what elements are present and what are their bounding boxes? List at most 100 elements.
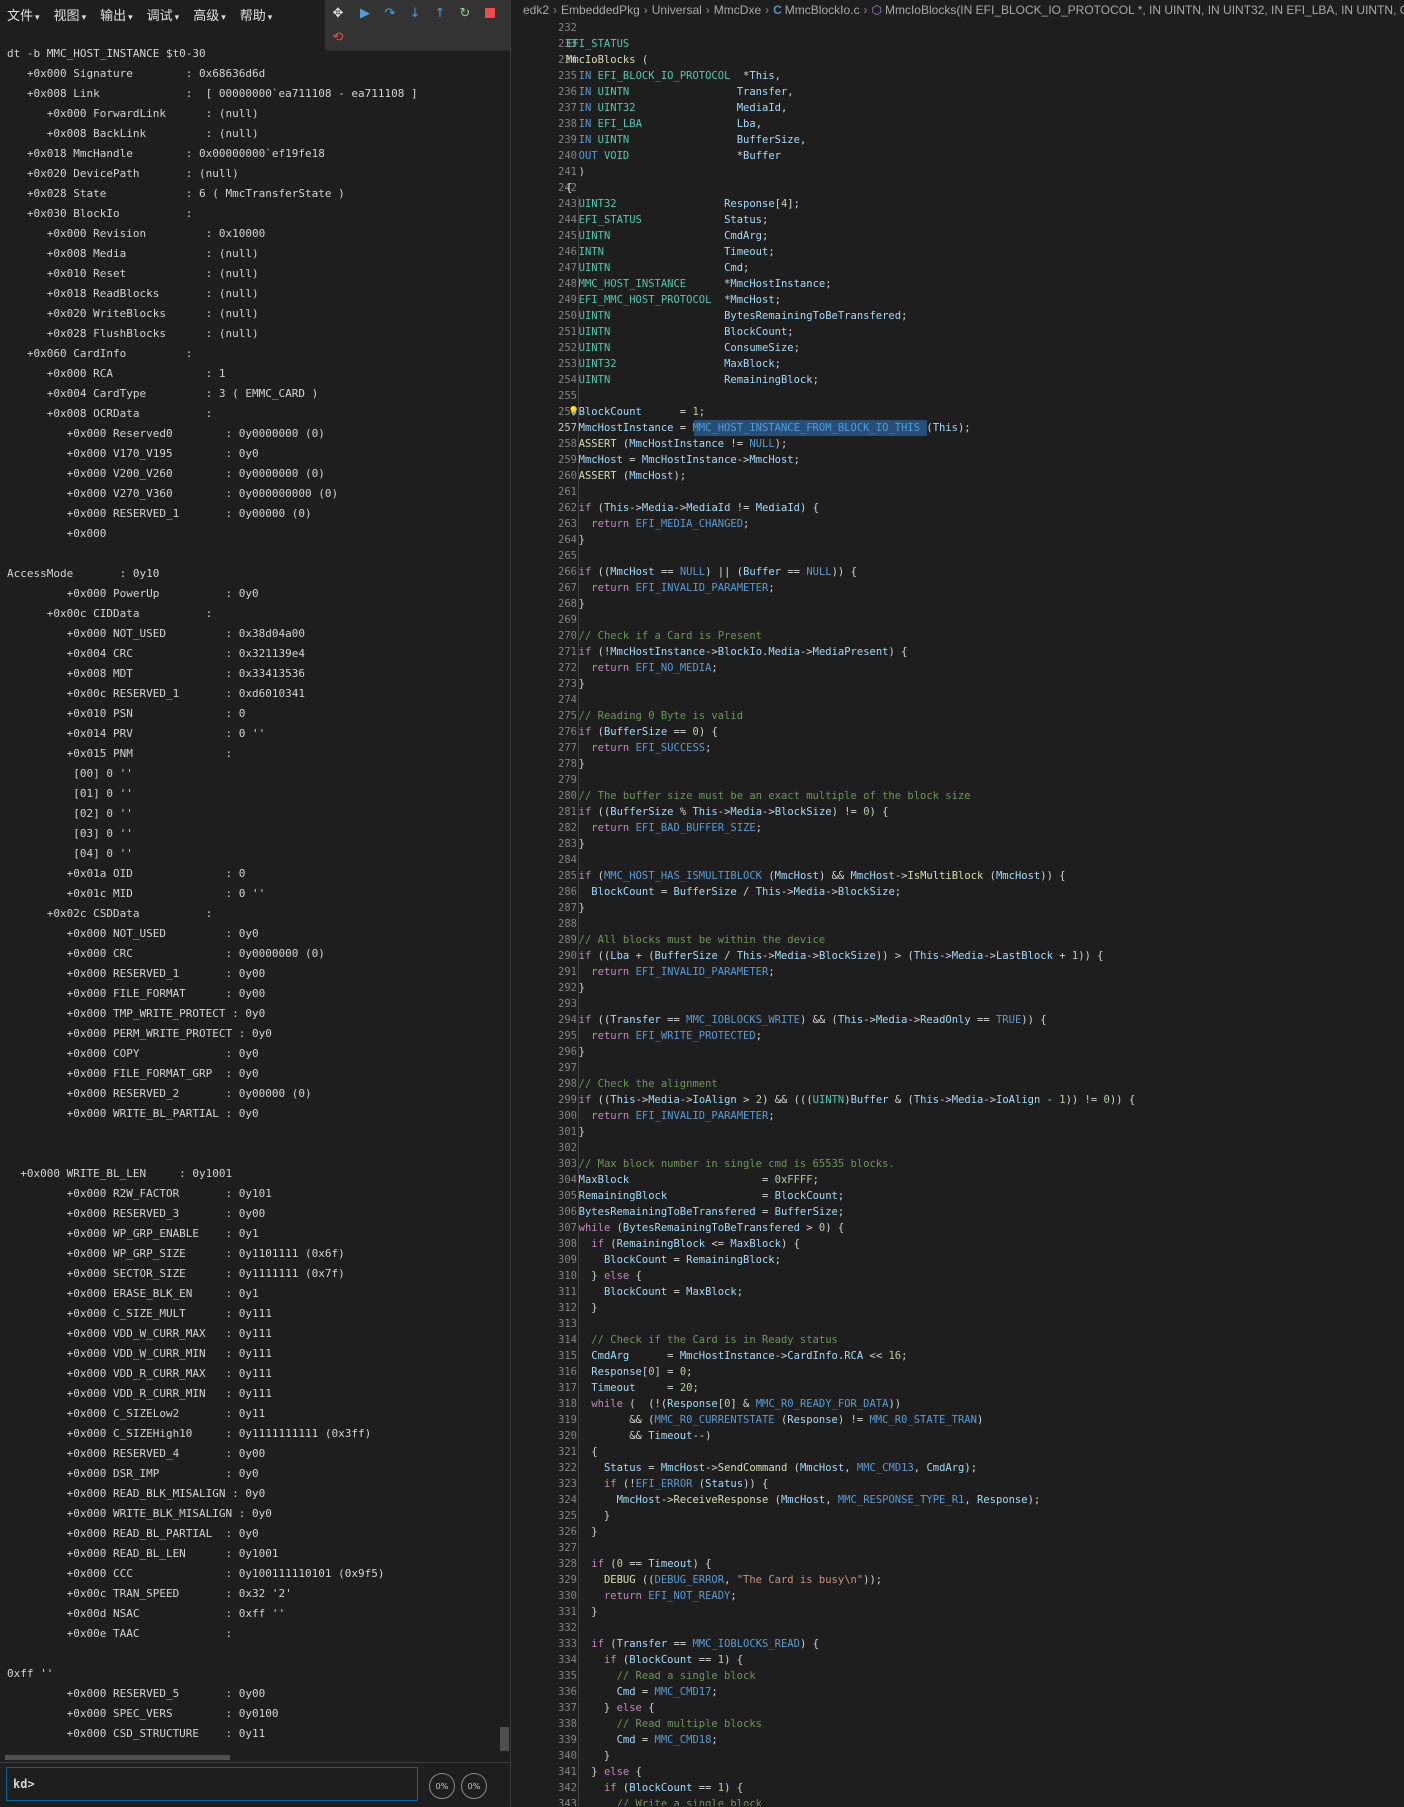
code-line[interactable]: } <box>566 1508 610 1524</box>
code-line[interactable]: if (BufferSize == 0) { <box>566 724 718 740</box>
line-number[interactable]: 288 <box>511 916 577 932</box>
line-number[interactable]: 313 <box>511 1316 577 1332</box>
code-line[interactable]: ASSERT (MmcHostInstance != NULL); <box>566 436 788 452</box>
code-line[interactable]: EFI_STATUS Status; <box>566 212 769 228</box>
code-line[interactable]: return EFI_MEDIA_CHANGED; <box>566 516 749 532</box>
code-line[interactable]: // Max block number in single cmd is 655… <box>566 1156 895 1172</box>
code-line[interactable]: if (RemainingBlock <= MaxBlock) { <box>566 1236 800 1252</box>
line-number[interactable]: 284 <box>511 852 577 868</box>
step-over-icon[interactable]: ↷ <box>380 3 400 23</box>
code-line[interactable]: return EFI_WRITE_PROTECTED; <box>566 1028 762 1044</box>
code-line[interactable]: } <box>566 1604 597 1620</box>
line-number[interactable]: 265 <box>511 548 577 564</box>
code-line[interactable]: } <box>566 1300 597 1316</box>
code-line[interactable]: return EFI_NO_MEDIA; <box>566 660 717 676</box>
menu-help[interactable]: 帮助 ▾ <box>233 5 280 24</box>
code-line[interactable]: && (MMC_R0_CURRENTSTATE (Response) != MM… <box>566 1412 983 1428</box>
code-editor[interactable]: 232 233 EFI_STATUS 234 MmcIoBlocks (235 IN E… <box>511 20 1404 1806</box>
code-line[interactable]: if ((MmcHost == NULL) || (Buffer == NULL… <box>566 564 857 580</box>
code-line[interactable]: // Check if the Card is in Ready status <box>566 1332 838 1348</box>
code-line[interactable]: BlockCount = BufferSize / This->Media->B… <box>566 884 901 900</box>
code-line[interactable]: IN UINT32 MediaId, <box>566 100 788 116</box>
code-line[interactable]: if ((Transfer == MMC_IOBLOCKS_WRITE) && … <box>566 1012 1047 1028</box>
continue-icon[interactable]: ▶ <box>355 3 375 23</box>
code-line[interactable]: UINTN Cmd; <box>566 260 750 276</box>
code-line[interactable]: while (BytesRemainingToBeTransfered > 0)… <box>566 1220 845 1236</box>
code-line[interactable]: ) <box>566 164 585 180</box>
line-number[interactable]: 327 <box>511 1540 577 1556</box>
code-line[interactable]: BlockCount = 1; <box>566 404 705 420</box>
code-line[interactable]: if ((This->Media->IoAlign > 2) && (((UIN… <box>566 1092 1136 1108</box>
code-line[interactable]: Timeout = 20; <box>566 1380 699 1396</box>
code-line[interactable]: if ((BufferSize % This->Media->BlockSize… <box>566 804 889 820</box>
code-line[interactable]: } <box>566 1044 585 1060</box>
line-number[interactable]: 274 <box>511 692 577 708</box>
lightbulb-icon[interactable]: 💡 <box>568 404 579 420</box>
code-line[interactable]: if (!MmcHostInstance->BlockIo.Media->Med… <box>566 644 908 660</box>
drag-handle-icon[interactable]: ✥ <box>328 3 348 23</box>
code-line[interactable]: UINTN CmdArg; <box>566 228 769 244</box>
code-line[interactable]: } <box>566 900 585 916</box>
code-line[interactable]: Cmd = MMC_CMD18; <box>566 1732 718 1748</box>
code-line[interactable]: // Read multiple blocks <box>566 1716 762 1732</box>
menu-advanced[interactable]: 高级 ▾ <box>186 5 233 24</box>
code-line[interactable]: return EFI_INVALID_PARAMETER; <box>566 1108 774 1124</box>
code-line[interactable]: if (0 == Timeout) { <box>566 1556 711 1572</box>
code-line[interactable]: return EFI_NOT_READY; <box>566 1588 737 1604</box>
code-line[interactable]: IN EFI_BLOCK_IO_PROTOCOL *This, <box>566 68 781 84</box>
code-line[interactable]: IN EFI_LBA Lba, <box>566 116 762 132</box>
code-line[interactable]: EFI_STATUS <box>566 36 629 52</box>
code-line[interactable]: UINT32 MaxBlock; <box>566 356 781 372</box>
menu-output[interactable]: 输出 ▾ <box>93 5 140 24</box>
code-line[interactable]: MmcHost->ReceiveResponse (MmcHost, MMC_R… <box>566 1492 1041 1508</box>
code-line[interactable]: UINTN RemainingBlock; <box>566 372 819 388</box>
code-line[interactable]: // The buffer size must be an exact mult… <box>566 788 971 804</box>
code-line[interactable]: CmdArg = MmcHostInstance->CardInfo.RCA <… <box>566 1348 907 1364</box>
code-line[interactable]: return EFI_INVALID_PARAMETER; <box>566 964 774 980</box>
code-line[interactable]: RemainingBlock = BlockCount; <box>566 1188 845 1204</box>
menu-debug[interactable]: 调试 ▾ <box>140 5 187 24</box>
line-number[interactable]: 255 <box>511 388 577 404</box>
stop-icon[interactable] <box>480 3 500 23</box>
code-line[interactable]: } <box>566 1124 585 1140</box>
code-line[interactable]: BytesRemainingToBeTransfered = BufferSiz… <box>566 1204 845 1220</box>
code-line[interactable]: INTN Timeout; <box>566 244 775 260</box>
line-number[interactable]: 269 <box>511 612 577 628</box>
code-line[interactable]: if (BlockCount == 1) { <box>566 1780 743 1796</box>
line-number[interactable]: 261 <box>511 484 577 500</box>
code-line[interactable]: } <box>566 836 585 852</box>
code-line[interactable]: Response[0] = 0; <box>566 1364 692 1380</box>
code-line[interactable]: } <box>566 596 585 612</box>
horizontal-scrollbar[interactable] <box>5 1755 230 1760</box>
restart-icon[interactable]: ↻ <box>455 3 475 23</box>
step-into-icon[interactable]: ↓ <box>405 3 425 23</box>
breadcrumb-item[interactable]: EmbeddedPkg <box>561 3 640 17</box>
code-line[interactable]: IN UINTN Transfer, <box>566 84 794 100</box>
code-line[interactable]: { <box>566 1444 597 1460</box>
menu-file[interactable]: 文件 ▾ <box>0 5 47 24</box>
code-line[interactable]: MMC_HOST_INSTANCE *MmcHostInstance; <box>566 276 832 292</box>
code-line[interactable]: MmcIoBlocks ( <box>566 52 648 68</box>
code-line[interactable]: MmcHostInstance = MMC_HOST_INSTANCE_FROM… <box>566 420 971 436</box>
code-line[interactable]: MmcHost = MmcHostInstance->MmcHost; <box>566 452 800 468</box>
command-input[interactable] <box>38 1769 417 1799</box>
line-number[interactable]: 302 <box>511 1140 577 1156</box>
code-line[interactable]: DEBUG ((DEBUG_ERROR, "The Card is busy\n… <box>566 1572 882 1588</box>
code-line[interactable]: // Check the alignment <box>566 1076 718 1092</box>
line-number[interactable]: 332 <box>511 1620 577 1636</box>
code-line[interactable]: UINT32 Response[4]; <box>566 196 800 212</box>
code-line[interactable]: Status = MmcHost->SendCommand (MmcHost, … <box>566 1460 977 1476</box>
breadcrumb-file[interactable]: MmcBlockIo.c <box>785 3 860 17</box>
breadcrumb-item[interactable]: edk2 <box>523 3 549 17</box>
code-line[interactable]: UINTN ConsumeSize; <box>566 340 800 356</box>
code-line[interactable]: UINTN BytesRemainingToBeTransfered; <box>566 308 908 324</box>
code-line[interactable]: MaxBlock = 0xFFFF; <box>566 1172 819 1188</box>
code-line[interactable]: if (This->Media->MediaId != MediaId) { <box>566 500 819 516</box>
code-line[interactable]: // Write a single block <box>566 1796 762 1806</box>
code-line[interactable]: BlockCount = MaxBlock; <box>566 1284 743 1300</box>
code-line[interactable]: return EFI_INVALID_PARAMETER; <box>566 580 774 596</box>
breadcrumb-item[interactable]: MmcDxe <box>714 3 761 17</box>
code-line[interactable]: if (MMC_HOST_HAS_ISMULTIBLOCK (MmcHost) … <box>566 868 1066 884</box>
code-line[interactable]: } <box>566 676 585 692</box>
code-line[interactable]: while ( (!(Response[0] & MMC_R0_READY_FO… <box>566 1396 901 1412</box>
